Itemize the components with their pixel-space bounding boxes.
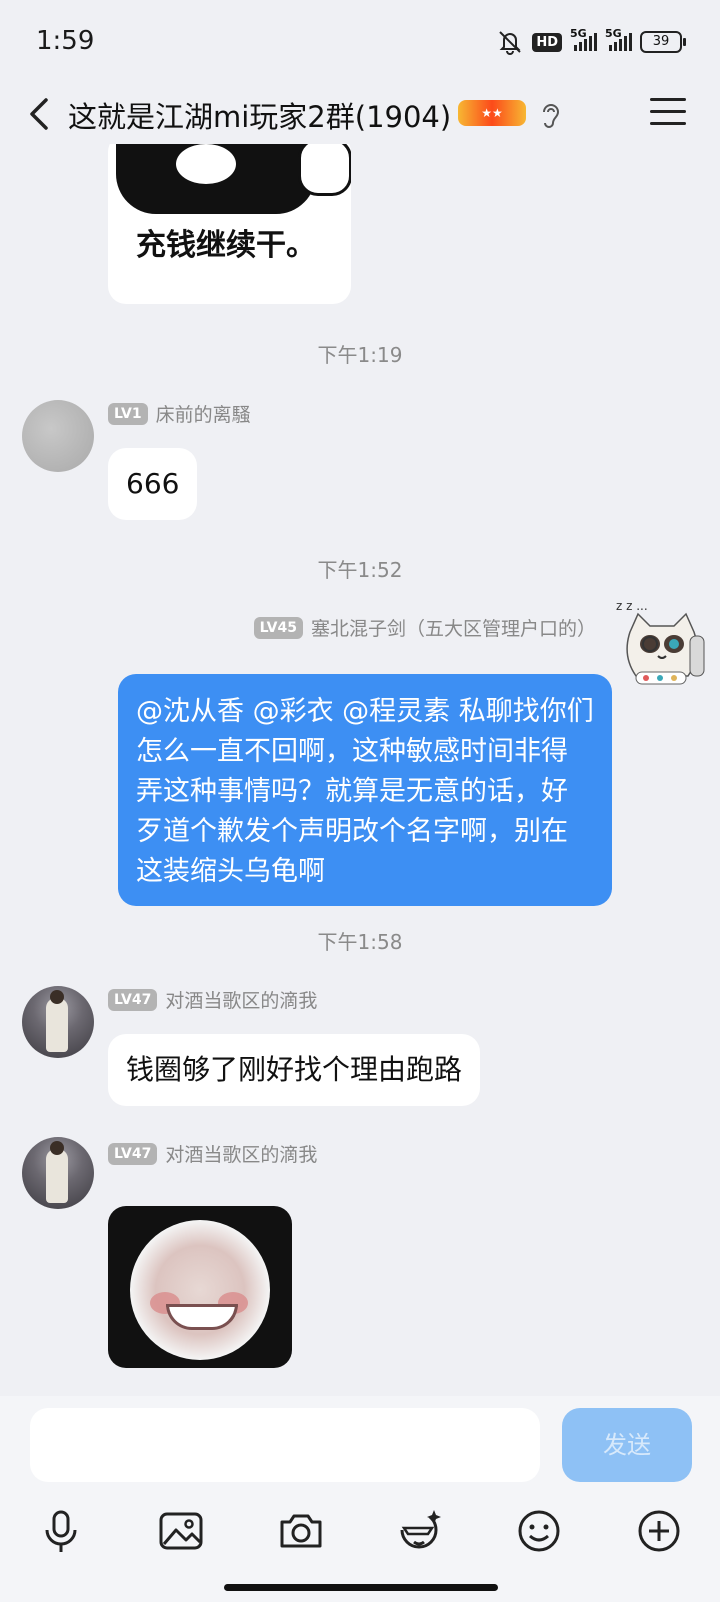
emoji-icon[interactable]	[514, 1506, 564, 1556]
avatar[interactable]	[22, 400, 94, 472]
back-arrow-icon[interactable]	[20, 92, 64, 136]
sender-meta: LV47 对酒当歌区的滴我	[108, 986, 317, 1013]
level-badge: LV45	[253, 616, 303, 639]
ear-icon[interactable]	[538, 100, 562, 130]
camera-icon[interactable]	[276, 1506, 326, 1556]
sender-name[interactable]: 对酒当歌区的滴我	[165, 986, 317, 1013]
sticker-caption: 充钱继续干。	[136, 228, 316, 263]
signal-icon-1: 5G	[570, 27, 597, 51]
message-bubble[interactable]: 钱圈够了刚好找个理由跑路	[108, 1034, 481, 1106]
plus-icon[interactable]	[634, 1506, 684, 1556]
mute-bell-icon	[499, 31, 522, 55]
group-badge-icon: ★★	[458, 100, 526, 126]
mic-icon[interactable]	[36, 1506, 86, 1556]
sticker-image[interactable]	[108, 1206, 292, 1368]
message-bubble-self[interactable]: @沈从香 @彩衣 @程灵素 私聊找你们怎么一直不回啊，这种敏感时间非得弄这种事情…	[118, 674, 612, 906]
status-bar: 1:59 HD 5G 5G 39	[0, 0, 720, 84]
message-bubble[interactable]: 666	[108, 448, 198, 520]
timestamp: 下午1:52	[317, 558, 403, 582]
avatar[interactable]	[22, 986, 94, 1058]
sender-meta: LV45 塞北混子剑（五大区管理户口的）	[253, 614, 596, 641]
status-icons: HD 5G 5G 39	[496, 27, 686, 56]
sender-name[interactable]: 床前的离騷	[156, 400, 251, 427]
message-input[interactable]	[30, 1408, 540, 1482]
input-toolbar	[0, 1506, 720, 1562]
sender-name[interactable]: 对酒当歌区的滴我	[165, 1140, 317, 1167]
menu-icon[interactable]	[650, 98, 686, 130]
sticker-image[interactable]: 充钱继续干。	[108, 144, 351, 304]
self-avatar-cat[interactable]: z z ...	[616, 596, 708, 692]
timestamp: 下午1:19	[317, 343, 403, 367]
group-title[interactable]: 这就是江湖mi玩家2群(1904)	[68, 94, 451, 136]
input-bar: 发送	[0, 1396, 720, 1602]
sender-name[interactable]: 塞北混子剑（五大区管理户口的）	[311, 614, 596, 641]
image-icon[interactable]	[156, 1506, 206, 1556]
sticker-icon[interactable]	[394, 1506, 444, 1556]
message-list[interactable]: 充钱继续干。 下午1:19 LV1 床前的离騷 666 下午1:52 LV45 …	[0, 144, 720, 1394]
home-indicator[interactable]	[224, 1584, 498, 1591]
sender-meta: LV47 对酒当歌区的滴我	[108, 1140, 317, 1167]
send-button[interactable]: 发送	[562, 1408, 692, 1482]
timestamp: 下午1:58	[317, 930, 403, 954]
level-badge: LV1	[108, 402, 148, 425]
avatar[interactable]	[22, 1137, 94, 1209]
status-time: 1:59	[36, 26, 95, 56]
signal-icon-2: 5G	[605, 27, 632, 51]
hd-badge: HD	[532, 32, 562, 52]
level-badge: LV47	[108, 988, 158, 1011]
battery-icon: 39	[640, 31, 686, 53]
level-badge: LV47	[108, 1142, 158, 1165]
svg-text:z z ...: z z ...	[616, 599, 648, 613]
chat-header: 这就是江湖mi玩家2群(1904) ★★	[0, 84, 720, 144]
sender-meta: LV1 床前的离騷	[108, 400, 251, 427]
